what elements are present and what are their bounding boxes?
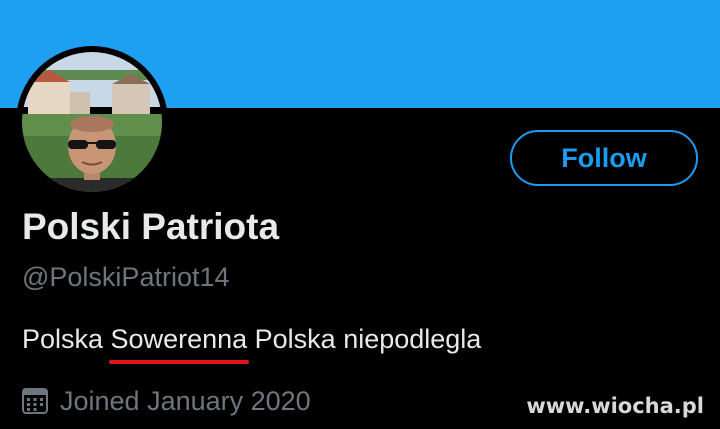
profile-name: Polski Patriota (22, 206, 280, 247)
avatar-border (16, 46, 168, 198)
profile-handle: @PolskiPatriot14 (22, 262, 230, 292)
joined-date-row: Joined January 2020 (22, 383, 311, 419)
calendar-icon (22, 388, 48, 414)
follow-button[interactable]: Follow (510, 130, 698, 186)
bio-highlight-text: Sowerenna (110, 324, 248, 354)
red-underline-mark (108, 360, 250, 364)
avatar[interactable] (22, 52, 162, 192)
avatar-photo (22, 52, 162, 192)
watermark: www.wiocha.pl (526, 394, 704, 418)
bio-highlighted-word: Sowerenna (108, 321, 250, 364)
bio-text-end: Polska niepodlegla (247, 324, 482, 354)
joined-date-text: Joined January 2020 (60, 386, 311, 416)
bio-text-start: Polska (22, 324, 111, 354)
profile-bio: Polska Sowerenna Polska niepodlegla (22, 321, 482, 364)
